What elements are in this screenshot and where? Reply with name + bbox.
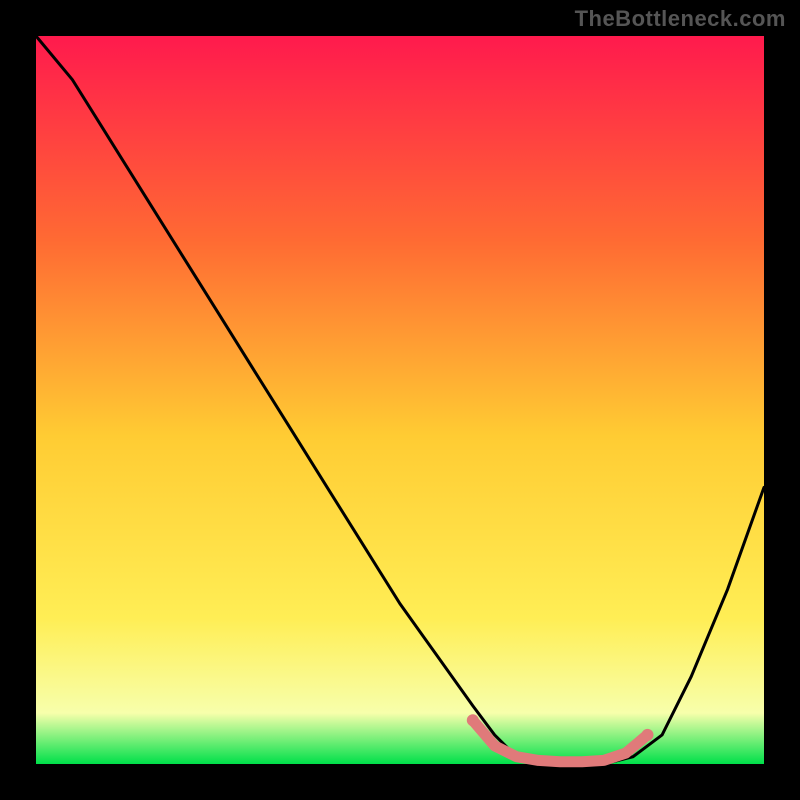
optimal-marker-dot: [642, 729, 654, 741]
chart-frame: TheBottleneck.com: [0, 0, 800, 800]
plot-gradient-bg: [36, 36, 764, 764]
optimal-marker-dot: [467, 714, 479, 726]
bottleneck-chart: [0, 0, 800, 800]
watermark-text: TheBottleneck.com: [575, 6, 786, 32]
